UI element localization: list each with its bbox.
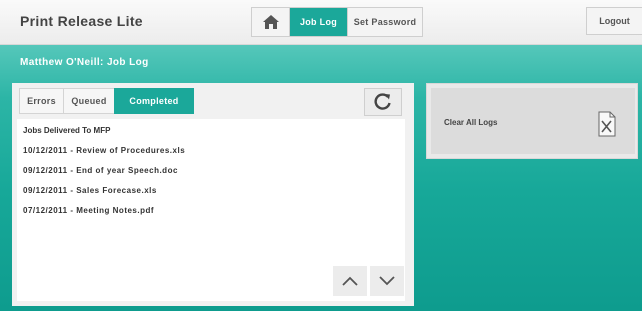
refresh-icon [374, 93, 391, 110]
page-title: Matthew O'Neill: Job Log [20, 57, 149, 68]
list-heading: Jobs Delivered To MFP [23, 126, 111, 135]
scroll-up-button[interactable] [333, 266, 367, 296]
tab-errors[interactable]: Errors [19, 88, 64, 114]
job-log-button[interactable]: Job Log [290, 8, 348, 36]
list-item[interactable]: 09/12/2011 - Sales Forecase.xls [23, 186, 157, 195]
job-tabs: Errors Queued Completed [19, 88, 194, 114]
tab-queued[interactable]: Queued [63, 88, 115, 114]
home-icon [262, 15, 279, 29]
scroll-down-button[interactable] [370, 266, 404, 296]
clear-all-logs-button[interactable]: Clear All Logs [431, 88, 635, 154]
logout-button[interactable]: Logout [586, 7, 642, 35]
set-password-button[interactable]: Set Password [348, 8, 422, 36]
top-bar: Print Release Lite Job Log Set Password … [0, 0, 642, 45]
actions-panel: Clear All Logs [426, 83, 638, 159]
job-list: Jobs Delivered To MFP 10/12/2011 - Revie… [17, 119, 405, 265]
refresh-button[interactable] [364, 88, 402, 116]
list-item[interactable]: 09/12/2011 - End of year Speech.doc [23, 166, 178, 175]
tab-completed[interactable]: Completed [114, 88, 194, 114]
chevron-up-icon [342, 276, 358, 286]
chevron-down-icon [379, 276, 395, 286]
job-log-panel: Errors Queued Completed Jobs Delivered T… [12, 83, 414, 306]
home-button[interactable] [252, 8, 290, 36]
clear-all-logs-label: Clear All Logs [444, 118, 498, 127]
app-title: Print Release Lite [20, 13, 143, 29]
scroll-controls [17, 265, 405, 301]
main-nav: Job Log Set Password [251, 7, 423, 37]
clear-document-icon [598, 111, 616, 137]
main-area: Matthew O'Neill: Job Log Errors Queued C… [0, 45, 642, 311]
list-item[interactable]: 10/12/2011 - Review of Procedures.xls [23, 146, 185, 155]
list-item[interactable]: 07/12/2011 - Meeting Notes.pdf [23, 206, 154, 215]
